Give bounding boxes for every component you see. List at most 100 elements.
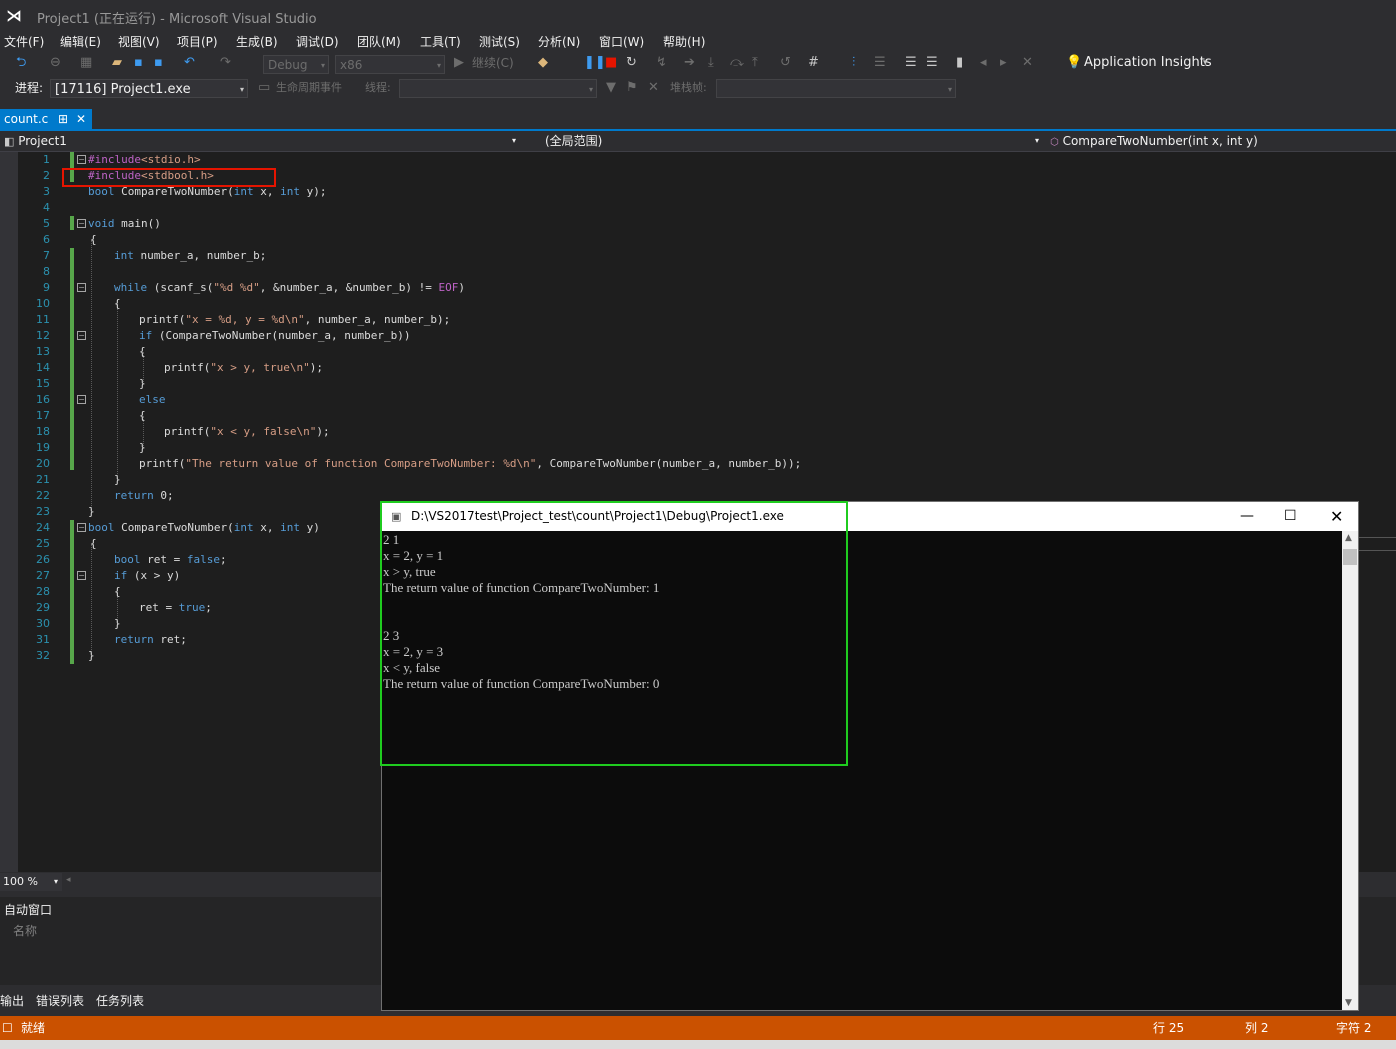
hex-display-icon[interactable]: # xyxy=(808,53,819,73)
solution-config-dropdown[interactable]: Debug ▾ xyxy=(263,55,329,74)
tab-count-c[interactable]: count.c ⊞ ✕ xyxy=(0,109,92,129)
continue-icon[interactable]: ▶ xyxy=(454,53,464,73)
save-icon[interactable]: ▪ xyxy=(134,53,143,73)
undo-icon[interactable]: ↶ xyxy=(184,53,195,73)
menu-test[interactable]: 测试(S) xyxy=(479,33,520,50)
pin-icon[interactable]: ⊞ xyxy=(58,109,68,129)
menu-view[interactable]: 视图(V) xyxy=(118,33,160,50)
continue-button[interactable]: 继续(C) xyxy=(472,53,514,73)
comment-icon[interactable]: ☰ xyxy=(874,53,886,73)
line-number: 28 xyxy=(36,585,50,598)
open-file-icon[interactable]: ▰ xyxy=(112,53,122,73)
menu-debug[interactable]: 调试(D) xyxy=(296,33,339,50)
code-line: int number_a, number_b; xyxy=(114,249,267,262)
project-dropdown[interactable]: ◧ Project1 ▾ xyxy=(4,131,520,151)
chevron-down-icon: ▾ xyxy=(239,85,244,94)
menu-file[interactable]: 文件(F) xyxy=(4,33,44,50)
member-dropdown[interactable]: ⬡ CompareTwoNumber(int x, int y) xyxy=(1050,131,1396,151)
menu-tools[interactable]: 工具(T) xyxy=(420,33,461,50)
collapse-icon[interactable]: − xyxy=(77,571,86,580)
line-number: 27 xyxy=(36,569,50,582)
indent-guide xyxy=(91,544,92,654)
tab-error-list[interactable]: 错误列表 xyxy=(36,992,84,1009)
status-row: 行 25 xyxy=(1153,1021,1185,1035)
new-project-icon[interactable]: ▦ xyxy=(80,53,92,73)
bookmark-icon[interactable]: ▮ xyxy=(956,53,963,73)
collapse-icon[interactable]: − xyxy=(77,523,86,532)
process-icon[interactable]: ◆ xyxy=(538,53,548,73)
step-over-icon[interactable]: ⤼ xyxy=(730,53,744,73)
zoom-dropdown[interactable]: 100 % ▾ xyxy=(0,873,62,891)
step-into-icon[interactable]: ⤓ xyxy=(708,53,714,73)
process-dropdown[interactable]: [17116] Project1.exe ▾ xyxy=(50,79,248,98)
minimize-icon[interactable]: — xyxy=(1240,502,1254,531)
code-line: bool CompareTwoNumber(int x, int y) xyxy=(88,521,320,534)
clear-bookmarks-icon[interactable]: ✕ xyxy=(1022,53,1033,73)
scroll-down-icon[interactable]: ▼ xyxy=(1345,998,1352,1008)
restart-icon[interactable]: ↻ xyxy=(626,53,637,73)
scrollbar-thumb[interactable] xyxy=(1343,549,1357,565)
close-icon[interactable]: ✕ xyxy=(1330,502,1343,531)
menu-team[interactable]: 团队(M) xyxy=(357,33,401,50)
collapse-icon[interactable]: − xyxy=(77,155,86,164)
window-title: Project1 (正在运行) - Microsoft Visual Studi… xyxy=(37,12,317,27)
line-number: 29 xyxy=(36,601,50,614)
break-all-icon[interactable]: ❚❚ xyxy=(584,53,606,73)
tab-output[interactable]: 输出 xyxy=(0,992,24,1009)
code-line: ret = true; xyxy=(139,601,212,614)
show-next-statement-icon[interactable]: ➔ xyxy=(684,53,695,73)
lifecycle-icon: ▭ xyxy=(258,80,271,95)
thread-dropdown[interactable]: ▾ xyxy=(399,79,597,98)
back-icon[interactable]: ⮌ xyxy=(16,53,26,73)
code-line: } xyxy=(88,505,95,518)
status-col: 列 2 xyxy=(1245,1021,1269,1035)
next-bookmark-icon[interactable]: ▸ xyxy=(1000,53,1007,73)
status-ready: 就绪 xyxy=(21,1021,46,1035)
indent-guide xyxy=(117,304,118,476)
indent-guide xyxy=(91,240,92,510)
stop-debugging-icon[interactable]: ■ xyxy=(605,53,617,73)
save-all-icon[interactable]: ▪ xyxy=(154,53,163,73)
line-number: 30 xyxy=(36,617,50,630)
filter-icon[interactable]: ▼ xyxy=(606,78,616,98)
indent-icon[interactable]: ☰ xyxy=(905,53,917,73)
menu-help[interactable]: 帮助(H) xyxy=(663,33,705,50)
menu-build[interactable]: 生成(B) xyxy=(236,33,278,50)
hot-reload-icon[interactable]: ↯ xyxy=(656,53,667,73)
step-out-icon[interactable]: ⤒ xyxy=(752,53,758,73)
thread-icon[interactable]: ⫶ xyxy=(852,53,855,73)
scope-dropdown[interactable]: (全局范围) ▾ xyxy=(545,131,1043,151)
menu-project[interactable]: 项目(P) xyxy=(177,33,218,50)
scroll-up-icon[interactable]: ▲ xyxy=(1345,533,1352,543)
collapse-icon[interactable]: − xyxy=(77,219,86,228)
menu-edit[interactable]: 编辑(E) xyxy=(60,33,101,50)
collapse-icon[interactable]: − xyxy=(77,283,86,292)
forward-icon[interactable]: ⊖ xyxy=(50,53,61,73)
maximize-icon[interactable]: ☐ xyxy=(1284,502,1297,531)
line-number: 8 xyxy=(43,265,50,278)
lightbulb-icon[interactable]: 💡 xyxy=(1066,53,1082,73)
redo-icon[interactable]: ↷ xyxy=(220,53,231,73)
tab-task-list[interactable]: 任务列表 xyxy=(96,992,144,1009)
code-line: } xyxy=(114,473,121,486)
line-number: 18 xyxy=(36,425,50,438)
collapse-icon[interactable]: − xyxy=(77,395,86,404)
project-icon: ◧ xyxy=(4,135,15,148)
lifecycle-events-button[interactable]: 生命周期事件 xyxy=(276,78,342,98)
collapse-icon[interactable]: − xyxy=(77,331,86,340)
menu-window[interactable]: 窗口(W) xyxy=(599,33,644,50)
undo-step-icon[interactable]: ↺ xyxy=(780,53,791,73)
menu-analyze[interactable]: 分析(N) xyxy=(538,33,580,50)
application-insights-button[interactable]: Application Insights xyxy=(1084,53,1212,73)
flag-icon[interactable]: ⚑ xyxy=(626,78,638,98)
prev-bookmark-icon[interactable]: ◂ xyxy=(980,53,987,73)
solution-platform-dropdown[interactable]: x86 ▾ xyxy=(335,55,445,74)
scroll-left-icon[interactable]: ◂ xyxy=(66,875,71,885)
toggle-icon[interactable]: ✕ xyxy=(648,78,659,98)
console-scrollbar[interactable]: ▲ ▼ xyxy=(1342,531,1358,1010)
stackframe-dropdown[interactable]: ▾ xyxy=(716,79,956,98)
outdent-icon[interactable]: ☰ xyxy=(926,53,938,73)
close-icon[interactable]: ✕ xyxy=(76,109,86,129)
chevron-down-icon: ▾ xyxy=(588,85,593,94)
chevron-down-icon[interactable]: ▾ xyxy=(1203,53,1208,73)
